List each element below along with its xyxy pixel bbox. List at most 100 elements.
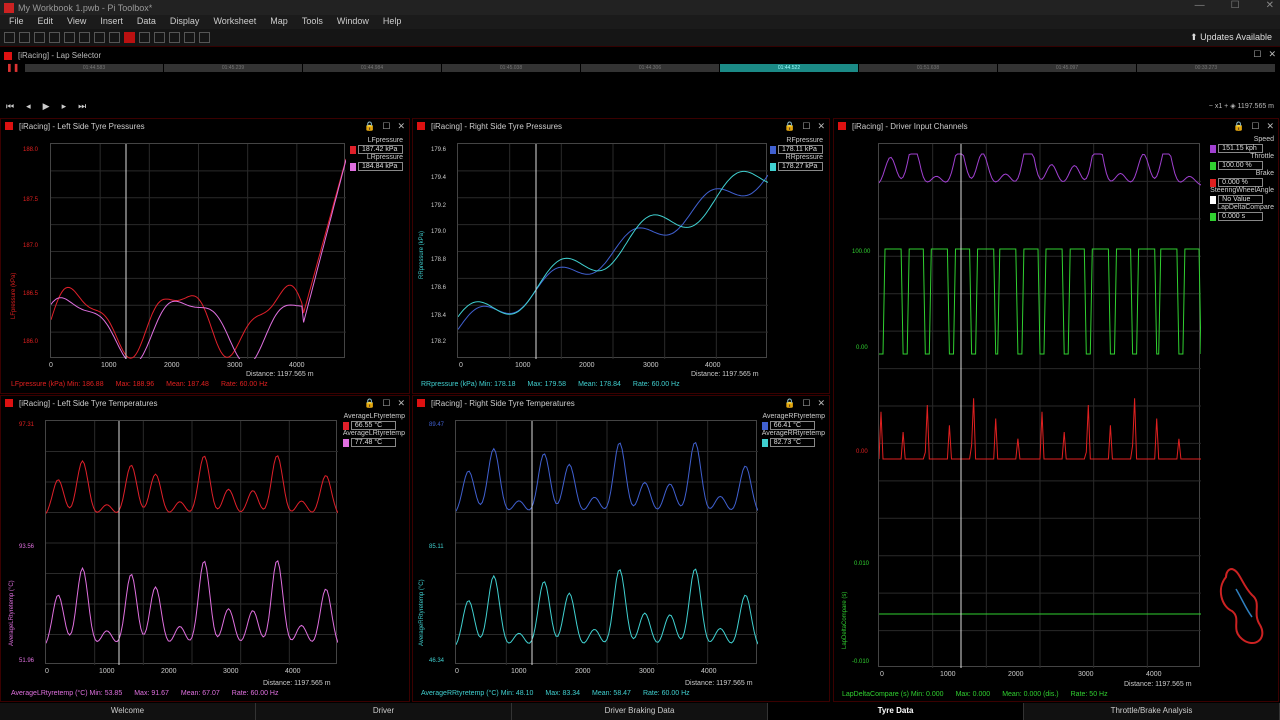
menu-file[interactable]: File: [2, 15, 31, 29]
menu-tools[interactable]: Tools: [295, 15, 330, 29]
plot-area[interactable]: [45, 420, 338, 665]
plot-area[interactable]: [457, 143, 768, 359]
x-tick: 3000: [643, 362, 659, 369]
maximize-panel-icon[interactable]: ☐: [382, 398, 390, 409]
record-icon[interactable]: [124, 32, 135, 43]
lap-segment[interactable]: 00:33.273: [1137, 64, 1275, 72]
stat-rate: Rate: 60.00 Hz: [632, 381, 680, 388]
help-icon[interactable]: [199, 32, 210, 43]
y-tick: 0.010: [854, 561, 870, 567]
pause-icon[interactable]: ❚❚: [6, 63, 19, 72]
close-panel-icon[interactable]: ✕: [397, 121, 405, 132]
updates-available-button[interactable]: ⬆ Updates Available: [1190, 32, 1272, 43]
step-forward-icon[interactable]: ▸: [62, 101, 67, 112]
tab-welcome[interactable]: Welcome: [0, 703, 256, 720]
lock-icon[interactable]: 🔒: [784, 398, 795, 409]
step-back-icon[interactable]: ◂: [26, 101, 31, 112]
close-panel-icon[interactable]: ✕: [817, 121, 825, 132]
close-panel-icon[interactable]: ✕: [1268, 49, 1276, 60]
maximize-panel-icon[interactable]: ☐: [1253, 49, 1261, 60]
lock-icon[interactable]: 🔒: [1233, 121, 1244, 132]
menu-help[interactable]: Help: [376, 15, 409, 29]
plot-area[interactable]: [50, 143, 346, 359]
stat-min: AverageLRtyretemp (°C) Min: 53.85: [11, 690, 123, 697]
grid-icon[interactable]: [109, 32, 120, 43]
plot-area[interactable]: [878, 143, 1201, 668]
lap-segment[interactable]: 01:44.306: [581, 64, 719, 72]
menu-data[interactable]: Data: [130, 15, 163, 29]
stat-mean: Mean: 178.84: [578, 381, 621, 388]
maximize-panel-icon[interactable]: ☐: [802, 121, 810, 132]
updates-label: Updates Available: [1200, 32, 1272, 42]
save-icon[interactable]: [34, 32, 45, 43]
close-panel-icon[interactable]: ✕: [397, 398, 405, 409]
x-tick: 4000: [1146, 671, 1162, 678]
open-icon[interactable]: [19, 32, 30, 43]
stat-mean: Mean: 67.07: [180, 690, 220, 697]
legend-value: 100.00 %: [1218, 161, 1264, 170]
maximize-panel-icon[interactable]: ☐: [802, 398, 810, 409]
skip-start-icon[interactable]: ⏮: [6, 101, 14, 112]
y-axis-label: AverageLRtyretemp (°C): [9, 580, 15, 646]
lock-icon[interactable]: 🔒: [784, 121, 795, 132]
print-icon[interactable]: [49, 32, 60, 43]
y-tick: 179.6: [431, 147, 447, 153]
copy-icon[interactable]: [79, 32, 90, 43]
playback-speed[interactable]: x1: [1215, 103, 1222, 110]
menu-view[interactable]: View: [60, 15, 93, 29]
legend-value: 0.000 %: [1218, 178, 1264, 187]
cut-icon[interactable]: [64, 32, 75, 43]
legend-swatch: [770, 145, 776, 154]
legend-swatch: [1210, 161, 1217, 170]
close-panel-icon[interactable]: ✕: [1266, 121, 1274, 132]
stat-rate: Rate: 60.00 Hz: [220, 381, 268, 388]
lap-segment[interactable]: 01:45.239: [164, 64, 302, 72]
stat-rate: Rate: 60.00 Hz: [231, 690, 279, 697]
lap-segment[interactable]: 01:44.583: [25, 64, 163, 72]
plot-area[interactable]: [455, 420, 758, 665]
lock-icon[interactable]: [169, 32, 180, 43]
menu-map[interactable]: Map: [263, 15, 295, 29]
legend: LFpressure 187.42 kPa LRpressure 184.84 …: [350, 137, 403, 171]
close-panel-icon[interactable]: ✕: [817, 398, 825, 409]
maximize-icon[interactable]: ☐: [1231, 0, 1240, 11]
menu-worksheet[interactable]: Worksheet: [206, 15, 263, 29]
worksheet-tabs: Welcome Driver Driver Braking Data Tyre …: [0, 703, 1280, 720]
tab-driver[interactable]: Driver: [256, 703, 512, 720]
track-map-icon[interactable]: [1212, 559, 1272, 659]
menu-insert[interactable]: Insert: [93, 15, 130, 29]
paste-icon[interactable]: [94, 32, 105, 43]
panel-red-marker-icon: [5, 399, 13, 407]
menu-edit[interactable]: Edit: [31, 15, 61, 29]
skip-end-icon[interactable]: ⏭: [78, 101, 86, 112]
legend: AverageLFtyretemp 66.55 °C AverageLRtyre…: [342, 413, 405, 447]
new-icon[interactable]: [4, 32, 15, 43]
legend-value: 66.41 °C: [769, 421, 815, 430]
lap-segment[interactable]: 01:44.984: [303, 64, 441, 72]
minimize-icon[interactable]: —: [1195, 0, 1205, 11]
pen-icon[interactable]: [184, 32, 195, 43]
lock-icon[interactable]: 🔒: [364, 121, 375, 132]
layout-icon[interactable]: [154, 32, 165, 43]
stat-min: LFpressure (kPa) Min: 186.88: [11, 381, 104, 388]
tab-tyre-data[interactable]: Tyre Data: [768, 703, 1024, 720]
lock-icon[interactable]: 🔒: [364, 398, 375, 409]
menu-display[interactable]: Display: [163, 15, 207, 29]
tab-driver-braking-data[interactable]: Driver Braking Data: [512, 703, 768, 720]
lap-segment[interactable]: 01:45.038: [442, 64, 580, 72]
tab-throttle-brake-analysis[interactable]: Throttle/Brake Analysis: [1024, 703, 1280, 720]
play-icon[interactable]: ▶: [43, 101, 50, 112]
stat-max: Max: 188.96: [115, 381, 155, 388]
maximize-panel-icon[interactable]: ☐: [1251, 121, 1259, 132]
y-tick: 93.56: [19, 544, 35, 550]
lap-segment[interactable]: 01:44.522: [720, 64, 858, 72]
menu-window[interactable]: Window: [330, 15, 376, 29]
playback-distance: 1197.565 m: [1237, 103, 1274, 110]
maximize-panel-icon[interactable]: ☐: [382, 121, 390, 132]
legend-value: No Value: [1218, 195, 1264, 204]
lap-segment[interactable]: 01:45.097: [998, 64, 1136, 72]
close-icon[interactable]: ✕: [1266, 0, 1274, 11]
lap-segment[interactable]: 01:51.638: [859, 64, 997, 72]
pointer-icon[interactable]: [139, 32, 150, 43]
y-tick: 178.4: [431, 313, 447, 319]
